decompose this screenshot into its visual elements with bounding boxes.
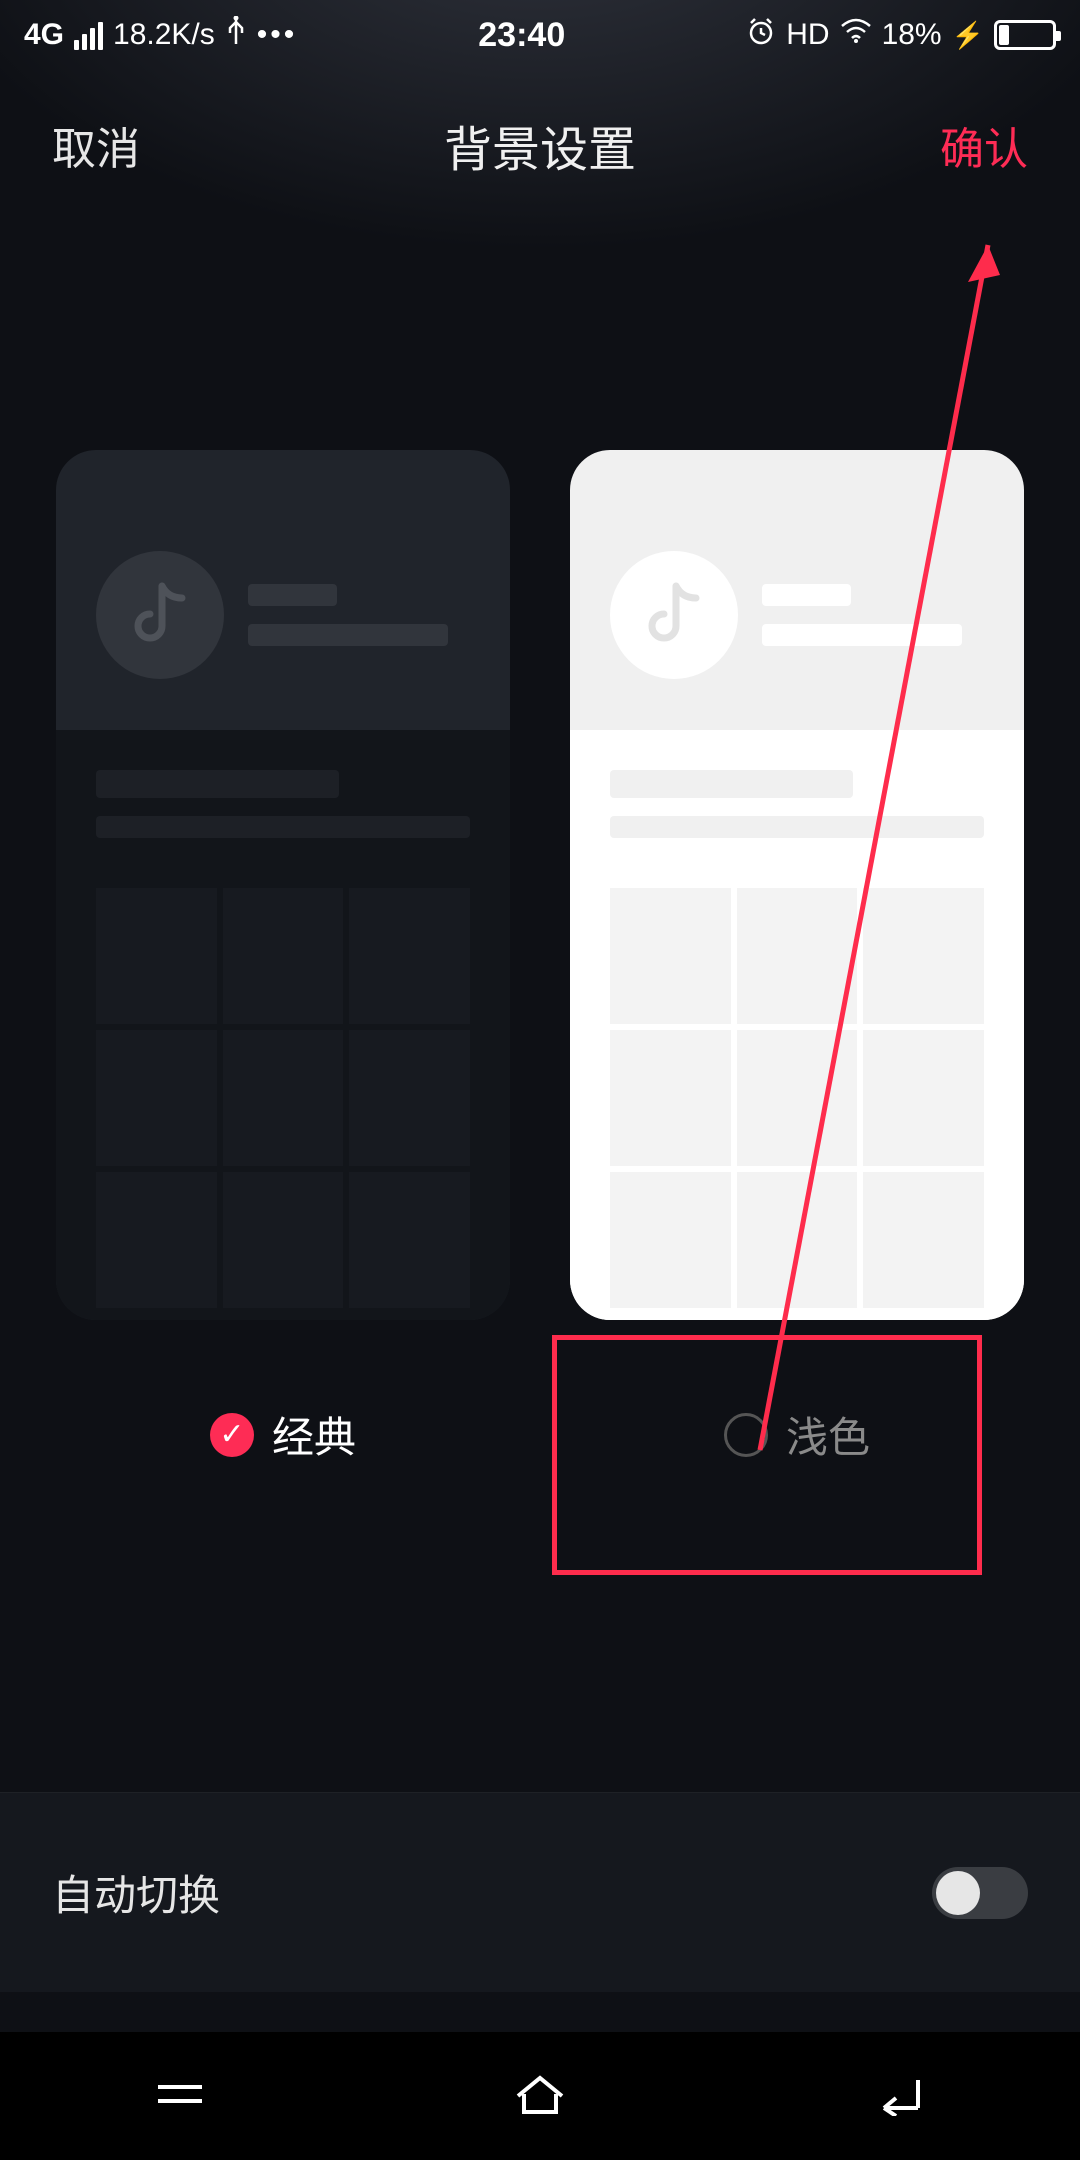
network-type: 4G <box>24 18 64 52</box>
more-icon: ••• <box>257 18 298 52</box>
theme-selector: ✓ 经典 浅色 <box>0 450 1080 1489</box>
navbar: 取消 背景设置 确认 <box>0 70 1080 220</box>
home-button[interactable] <box>510 2072 570 2121</box>
annotation-highlight-box <box>552 1335 982 1575</box>
cancel-button[interactable]: 取消 <box>52 113 140 177</box>
battery-percent: 18% <box>882 18 942 52</box>
recent-apps-button[interactable] <box>150 2074 210 2119</box>
douyin-icon <box>610 551 738 679</box>
statusbar-time: 23:40 <box>478 16 565 55</box>
auto-switch-label: 自动切换 <box>52 1862 220 1923</box>
theme-option-classic[interactable]: ✓ 经典 <box>56 450 510 1489</box>
signal-icon <box>74 20 103 50</box>
douyin-icon <box>96 551 224 679</box>
back-button[interactable] <box>870 2072 930 2121</box>
auto-switch-toggle[interactable] <box>932 1867 1028 1919</box>
charging-icon: ⚡ <box>952 20 984 51</box>
statusbar: 4G 18.2K/s ••• 23:40 HD 18% ⚡ <box>0 0 1080 70</box>
usb-icon <box>225 16 247 54</box>
system-nav-bar <box>0 2032 1080 2160</box>
confirm-button[interactable]: 确认 <box>940 113 1028 177</box>
network-speed: 18.2K/s <box>113 18 215 52</box>
hd-label: HD <box>786 18 829 52</box>
theme-preview-classic <box>56 450 510 1320</box>
theme-option-light[interactable]: 浅色 <box>570 450 1024 1489</box>
wifi-icon <box>840 18 872 52</box>
alarm-icon <box>746 16 776 54</box>
check-icon: ✓ <box>210 1413 254 1457</box>
auto-switch-row: 自动切换 <box>0 1792 1080 1992</box>
theme-name-classic: 经典 <box>272 1404 356 1465</box>
theme-label-classic[interactable]: ✓ 经典 <box>170 1380 396 1489</box>
theme-preview-light <box>570 450 1024 1320</box>
battery-icon <box>994 20 1056 50</box>
page-title: 背景设置 <box>444 110 636 180</box>
